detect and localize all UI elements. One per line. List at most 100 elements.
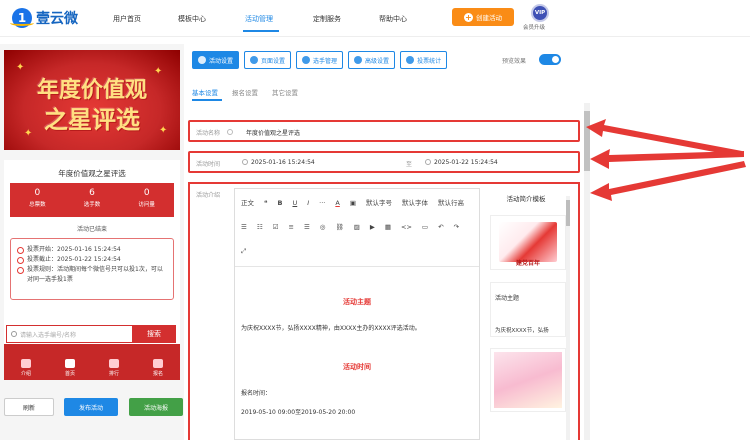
nav-active-indicator <box>243 30 279 32</box>
code-icon[interactable]: <> <box>401 218 412 237</box>
logo-icon: 1 <box>10 8 34 28</box>
video-icon[interactable]: ▶ <box>370 218 375 237</box>
brand-logo[interactable]: 1 壹云微 <box>10 6 78 30</box>
italic-icon[interactable]: I <box>307 194 309 213</box>
undo-icon[interactable]: ↶ <box>438 218 443 237</box>
more-icon[interactable]: ··· <box>319 194 325 213</box>
refresh-button[interactable]: 刷新 <box>4 398 54 416</box>
create-activity-button[interactable]: + 创建活动 <box>452 8 514 26</box>
font-color-icon[interactable]: A <box>335 194 339 213</box>
clock-icon <box>425 159 431 165</box>
line-height-dropdown[interactable]: 默认行高 <box>438 194 464 213</box>
start-time-input[interactable]: 2025-01-16 15:24:54 <box>242 159 315 166</box>
align-icon[interactable]: ≡ <box>288 218 293 237</box>
tab-signup-settings[interactable]: 报名设置 <box>232 87 258 97</box>
redo-icon[interactable]: ↷ <box>454 218 459 237</box>
tab-other-settings[interactable]: 其它设置 <box>272 87 298 97</box>
advanced-settings-button[interactable]: 高级设置 <box>348 51 396 69</box>
nav-template-center[interactable]: 模板中心 <box>178 14 206 24</box>
time-separator: 至 <box>406 161 413 168</box>
ranking-icon <box>109 359 119 368</box>
numbered-list-icon[interactable]: ☷ <box>257 218 263 237</box>
activity-name-row: 活动名称 年度价值观之星评选 <box>188 120 580 142</box>
tab-basic-settings[interactable]: 基本设置 <box>192 87 218 97</box>
activity-name-label: 活动名称 <box>196 130 221 137</box>
gear-icon <box>198 56 206 64</box>
tab-intro[interactable]: 介绍 <box>12 359 40 377</box>
activity-time-row: 活动时间 2025-01-16 15:24:54 至 2025-01-22 15… <box>188 151 580 173</box>
intro-icon <box>21 359 31 368</box>
activity-status: 活动已结束 <box>76 226 107 233</box>
end-time-input[interactable]: 2025-01-22 15:24:54 <box>425 159 498 166</box>
activity-intro-section: 活动介绍 正文 ❝ B U I ··· A ▣ 默认字号 默认字体 默认行高 ☰… <box>188 182 580 440</box>
stats-bar: 0 总票数 6 选手数 0 访问量 <box>10 183 174 217</box>
quote-icon[interactable]: ❝ <box>264 194 268 213</box>
plus-icon: + <box>464 12 473 22</box>
content-paragraph: 2019-05-10 09:00至2019-05-20 20:00 <box>241 409 356 416</box>
sliders-icon <box>354 56 363 64</box>
contestant-management-button[interactable]: 选手管理 <box>296 51 344 69</box>
font-family-dropdown[interactable]: 默认字体 <box>402 194 428 213</box>
info-row: 投票截止：2025-01-22 15:24:54 <box>17 255 167 265</box>
activity-time-label: 活动时间 <box>196 161 221 168</box>
brand-name: 壹云微 <box>36 11 78 27</box>
tab-home[interactable]: 首页 <box>56 359 84 377</box>
background-color-icon[interactable]: ▣ <box>350 194 356 213</box>
table-icon[interactable]: ▦ <box>385 218 391 237</box>
tab-ranking[interactable]: 排行 <box>100 359 128 377</box>
indent-icon[interactable]: ☰ <box>304 218 310 237</box>
fullscreen-icon[interactable]: ⤢ <box>241 242 246 261</box>
help-icon <box>227 129 233 135</box>
font-size-dropdown[interactable]: 默认字号 <box>366 194 392 213</box>
settings-panel: 活动设置 页面设置 选手管理 高级设置 投票统计 预览效果 基本设置 报名设置 … <box>184 37 750 440</box>
activity-title: 年度价值观之星评选 <box>58 169 126 178</box>
info-row: 投票规则：活动期间每个微信号只可以投1次，可以对同一选手投1票 <box>17 265 167 285</box>
activity-banner: ✦ ✦ ✦ ✦ 年度价值观 之星评选 <box>4 50 180 150</box>
todo-icon[interactable]: ☑ <box>273 218 279 237</box>
paragraph-dropdown[interactable]: 正文 <box>241 194 254 213</box>
users-icon <box>302 56 311 64</box>
template-card-theme[interactable]: 活动主题 为庆祝XXXX节，弘扬 <box>490 282 566 337</box>
publish-activity-button[interactable]: 发布活动 <box>64 398 118 416</box>
nav-help-center[interactable]: 帮助中心 <box>379 14 407 24</box>
banner-title-line2: 之星评选 <box>44 106 140 134</box>
vote-statistics-button[interactable]: 投票统计 <box>400 51 448 69</box>
content-heading: 活动主题 <box>343 298 371 306</box>
stat-total-votes: 0 总票数 <box>29 188 46 208</box>
template-panel: 活动简介模板 建党百年 活动主题 为庆祝XXXX节，弘扬 <box>482 188 570 440</box>
clock-icon <box>242 159 248 165</box>
settings-toolbar: 活动设置 页面设置 选手管理 高级设置 投票统计 <box>192 51 448 69</box>
page-settings-button[interactable]: 页面设置 <box>244 51 292 69</box>
search-icon <box>11 331 17 337</box>
search-button[interactable]: 搜索 <box>132 325 176 343</box>
preview-toggle[interactable] <box>539 54 561 65</box>
contestant-search: 请输入选手编号/名称 搜索 <box>6 325 176 343</box>
template-card-pink[interactable] <box>490 348 566 412</box>
mobile-preview-panel: ✦ ✦ ✦ ✦ 年度价值观 之星评选 年度价值观之星评选 0 总票数 6 选手数 0… <box>0 44 184 440</box>
link-icon[interactable]: ⛓ <box>335 218 343 237</box>
content-paragraph: 报名时间： <box>241 390 272 397</box>
vip-upgrade-label[interactable]: 会员升级 <box>523 23 545 31</box>
annotation-arrows <box>586 119 746 201</box>
template-scrollbar[interactable] <box>566 196 570 440</box>
bulleted-list-icon[interactable]: ☰ <box>241 218 247 237</box>
underline-icon[interactable]: U <box>292 194 297 213</box>
bold-icon[interactable]: B <box>278 194 283 213</box>
editor-content[interactable]: 活动主题 为庆祝XXXX节，弘扬XXXX精神，由XXXX主办的XXXX评选活动。… <box>235 297 479 416</box>
search-input[interactable]: 请输入选手编号/名称 <box>6 325 132 343</box>
tab-signup[interactable]: 报名 <box>144 359 172 377</box>
template-card-party[interactable]: 建党百年 <box>490 215 566 270</box>
activity-name-input[interactable]: 年度价值观之星评选 <box>246 128 300 137</box>
image-icon[interactable]: ▨ <box>354 218 360 237</box>
nav-user-home[interactable]: 用户首页 <box>113 14 141 24</box>
nav-activity-management[interactable]: 活动管理 <box>245 14 273 24</box>
divider-icon[interactable]: ▭ <box>422 218 428 237</box>
vip-icon[interactable]: VIP <box>531 4 549 22</box>
emoji-icon[interactable]: ◎ <box>320 218 326 237</box>
activity-poster-button[interactable]: 活动海报 <box>129 398 183 416</box>
activity-settings-button[interactable]: 活动设置 <box>192 51 240 69</box>
settings-subtabs: 基本设置 报名设置 其它设置 <box>192 87 298 97</box>
page-icon <box>250 56 259 64</box>
nav-custom-service[interactable]: 定制服务 <box>313 14 341 24</box>
rich-text-editor[interactable]: 正文 ❝ B U I ··· A ▣ 默认字号 默认字体 默认行高 ☰ ☷ ☑ … <box>234 188 480 440</box>
